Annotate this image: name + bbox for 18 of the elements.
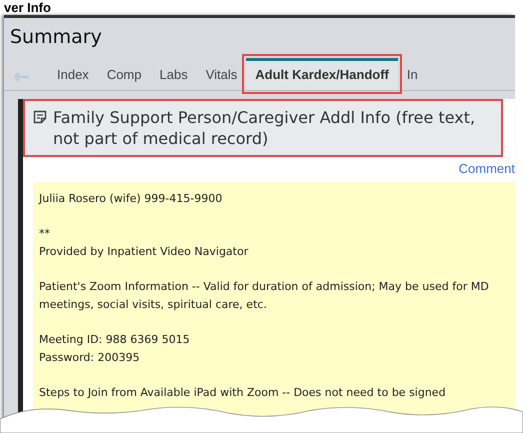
note-text: Juliia Rosero (wife) 999-415-9900 bbox=[39, 191, 224, 207]
note-icon bbox=[33, 110, 47, 124]
tab[interactable]: Index bbox=[48, 61, 98, 90]
tab[interactable]: Comp bbox=[98, 61, 150, 90]
back-arrow-icon[interactable] bbox=[14, 72, 30, 82]
window-title: Summary bbox=[9, 25, 103, 48]
comment-link[interactable]: Comment bbox=[458, 161, 515, 176]
tab[interactable]: In bbox=[398, 61, 427, 90]
note-text: Meeting ID: 988 6369 5015 bbox=[39, 332, 191, 348]
tab[interactable]: Vitals bbox=[196, 61, 246, 90]
page-heading: ver Info bbox=[3, 0, 52, 15]
note-text: Provided by Inpatient Video Navigator bbox=[39, 244, 250, 260]
note-text: Patient's Zoom Information -- Valid for duration of admission; May be used for MD meetings, social visits, spiritual care, etc. bbox=[39, 279, 490, 313]
note-text: Steps to Join from Available iPad with Zoom -- Does not need to be signed bbox=[39, 385, 447, 401]
tab[interactable]: Labs bbox=[150, 61, 197, 90]
note-text: Password: 200395 bbox=[39, 350, 141, 366]
note-text: ** bbox=[39, 226, 51, 242]
section-title: Family Support Person/Caregiver Addl Info (free text, not part of medical record) bbox=[53, 107, 476, 149]
